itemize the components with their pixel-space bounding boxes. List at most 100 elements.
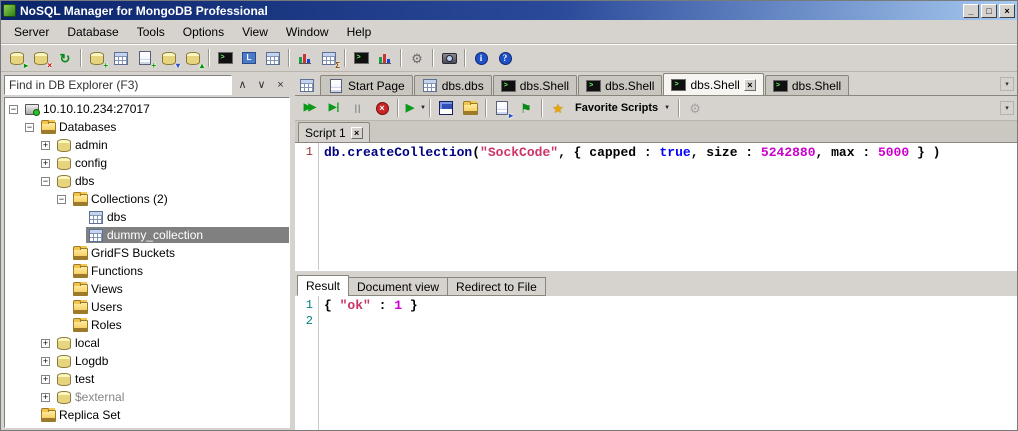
search-close-button[interactable]: × bbox=[271, 74, 290, 95]
tree-node-test[interactable]: + test bbox=[6, 370, 289, 388]
expand-icon[interactable]: + bbox=[41, 392, 50, 402]
folder-icon bbox=[72, 191, 88, 207]
expand-icon[interactable]: + bbox=[41, 140, 50, 150]
tree-node-functions[interactable]: Functions bbox=[6, 262, 289, 280]
tree-node-replica-set[interactable]: Replica Set bbox=[6, 406, 289, 424]
server-status-icon bbox=[377, 50, 393, 66]
about-button[interactable]: i bbox=[469, 47, 493, 70]
tree-node-databases[interactable]: − Databases bbox=[6, 118, 289, 136]
expand-icon[interactable]: + bbox=[41, 374, 50, 384]
server-status-button[interactable] bbox=[373, 47, 397, 70]
new-query-button[interactable]: + bbox=[133, 47, 157, 70]
stop-script-button[interactable]: × bbox=[370, 97, 394, 120]
execute-with-options-button[interactable]: ▶ ▼ bbox=[402, 97, 426, 120]
document-tab-bar: Start Page dbs.dbs > dbs.Shell > dbs.Shell > db… bbox=[295, 72, 1017, 95]
tab-list-button[interactable] bbox=[297, 76, 317, 95]
options-button[interactable]: ⚙ bbox=[405, 47, 429, 70]
db-icon bbox=[56, 389, 72, 405]
execute-statement-button[interactable]: ▶| bbox=[322, 97, 346, 120]
refresh-explorer-button[interactable]: ↻ bbox=[53, 47, 77, 70]
menu-item-tools[interactable]: Tools bbox=[128, 22, 174, 42]
tree-node-external[interactable]: + $external bbox=[6, 388, 289, 406]
expand-icon[interactable]: + bbox=[41, 158, 50, 168]
aggregate-button[interactable]: Σ bbox=[317, 47, 341, 70]
db-explorer-search-input[interactable] bbox=[4, 74, 232, 95]
import-data-button[interactable]: ▾ bbox=[157, 47, 181, 70]
tree-node-roles[interactable]: Roles bbox=[6, 316, 289, 334]
tree-node-views[interactable]: Views bbox=[6, 280, 289, 298]
menu-item-options[interactable]: Options bbox=[174, 22, 233, 42]
tree-node-local[interactable]: + local bbox=[6, 334, 289, 352]
result-tab-result[interactable]: Result bbox=[297, 275, 350, 296]
script-code-area[interactable]: db.createCollection("SockCode", { capped… bbox=[319, 143, 1017, 270]
expand-icon[interactable]: + bbox=[41, 338, 50, 348]
code-token: , size : bbox=[690, 145, 761, 160]
collapse-icon[interactable]: − bbox=[41, 176, 50, 186]
tab-dbs-shell-2[interactable]: > dbs.Shell bbox=[492, 75, 578, 95]
tree-node-admin[interactable]: + admin bbox=[6, 136, 289, 154]
close-tab-icon[interactable]: × bbox=[743, 78, 756, 91]
maximize-button[interactable]: □ bbox=[981, 3, 997, 18]
open-collection-button[interactable] bbox=[109, 47, 133, 70]
server-monitoring-button[interactable]: > bbox=[349, 47, 373, 70]
aggregate-badge-icon: Σ bbox=[335, 60, 340, 70]
collapse-icon[interactable]: − bbox=[9, 104, 18, 114]
tab-dbs-dbs-1[interactable]: dbs.dbs bbox=[413, 75, 492, 95]
find-next-button[interactable]: ∨ bbox=[252, 74, 271, 95]
tab-grid-icon bbox=[422, 78, 438, 94]
save-script-button[interactable] bbox=[434, 97, 458, 120]
tab-start-page-0[interactable]: Start Page bbox=[320, 75, 413, 95]
find-previous-button[interactable]: ∧ bbox=[233, 74, 252, 95]
tree-node-logdb[interactable]: + Logdb bbox=[6, 352, 289, 370]
connect-server-button[interactable]: ▸ bbox=[5, 47, 29, 70]
run-to-flag-icon: ⚑ bbox=[520, 100, 532, 116]
collapse-icon[interactable]: − bbox=[57, 194, 66, 204]
menu-item-server[interactable]: Server bbox=[5, 22, 58, 42]
export-result-button[interactable]: ▸ bbox=[490, 97, 514, 120]
open-shell-button[interactable]: > bbox=[213, 47, 237, 70]
tree-node-dummy-collection[interactable]: dummy_collection bbox=[6, 226, 289, 244]
menu-item-database[interactable]: Database bbox=[58, 22, 127, 42]
favorite-scripts-button[interactable]: Favorite Scripts ▼ bbox=[570, 97, 675, 120]
help-button[interactable]: ? bbox=[493, 47, 517, 70]
tab-dbs-shell-5[interactable]: > dbs.Shell bbox=[764, 75, 850, 95]
tree-node-config[interactable]: + config bbox=[6, 154, 289, 172]
menu-item-help[interactable]: Help bbox=[338, 22, 381, 42]
new-database-button[interactable]: + bbox=[85, 47, 109, 70]
run-to-flag-button[interactable]: ⚑ bbox=[514, 97, 538, 120]
menu-item-window[interactable]: Window bbox=[277, 22, 338, 42]
map-reduce-button[interactable] bbox=[293, 47, 317, 70]
execute-script-button[interactable]: ▶▶ bbox=[298, 97, 322, 120]
result-tab-document-view[interactable]: Document view bbox=[348, 277, 449, 296]
tab-dbs-shell-3[interactable]: > dbs.Shell bbox=[578, 75, 663, 95]
close-button[interactable]: × bbox=[999, 3, 1015, 18]
result-tab-redirect-to-file[interactable]: Redirect to File bbox=[447, 277, 546, 296]
screenshot-button[interactable] bbox=[437, 47, 461, 70]
tree-node-gridfs-buckets[interactable]: GridFS Buckets bbox=[6, 244, 289, 262]
linq-query-button[interactable]: L bbox=[237, 47, 261, 70]
tab-overflow-button[interactable]: ▾ bbox=[1000, 77, 1014, 91]
pause-script-button[interactable]: || bbox=[346, 97, 370, 120]
tree-node-users[interactable]: Users bbox=[6, 298, 289, 316]
tab-dbs-shell-4[interactable]: > dbs.Shell × bbox=[663, 73, 764, 95]
disconnect-server-button[interactable]: × bbox=[29, 47, 53, 70]
expand-icon[interactable]: + bbox=[41, 356, 50, 366]
shell-toolbar-overflow-button[interactable]: ▾ bbox=[1000, 101, 1014, 115]
shell-options-button[interactable]: ⚙ bbox=[683, 97, 707, 120]
add-to-favorites-button[interactable]: ★ bbox=[546, 97, 570, 120]
view-documents-button[interactable] bbox=[261, 47, 285, 70]
script-tab[interactable]: Script 1 × bbox=[298, 122, 370, 142]
tree-node-10-10-10-234-27017[interactable]: − 10.10.10.234:27017 bbox=[6, 100, 289, 118]
app-icon bbox=[3, 4, 16, 17]
tree-node-content: Functions bbox=[70, 263, 289, 279]
minimize-button[interactable]: _ bbox=[963, 3, 979, 18]
tree-node-dbs[interactable]: − dbs bbox=[6, 172, 289, 190]
script-tab-close-icon[interactable]: × bbox=[350, 126, 363, 139]
tree-node-dbs[interactable]: dbs bbox=[6, 208, 289, 226]
result-text-area[interactable]: { "ok" : 1 } bbox=[319, 296, 1017, 430]
export-data-button[interactable]: ▴ bbox=[181, 47, 205, 70]
menu-item-view[interactable]: View bbox=[233, 22, 277, 42]
tree-node-collections-2[interactable]: − Collections (2) bbox=[6, 190, 289, 208]
open-script-button[interactable] bbox=[458, 97, 482, 120]
collapse-icon[interactable]: − bbox=[25, 122, 34, 132]
